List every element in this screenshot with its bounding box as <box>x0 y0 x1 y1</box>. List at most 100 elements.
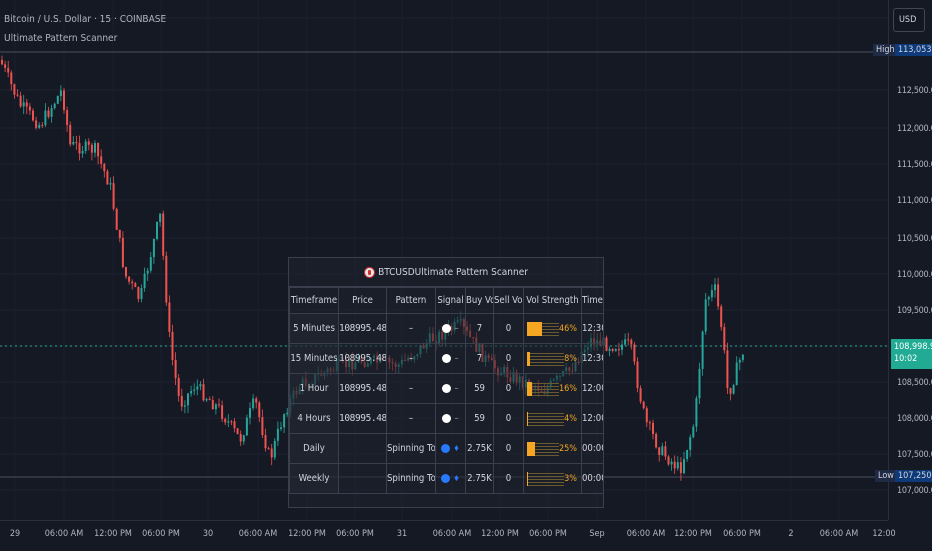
signal-marker: ♦ <box>453 444 460 453</box>
price-tick-label: 110,500.00 <box>897 234 932 244</box>
signal-marker: – <box>454 383 459 394</box>
cell-vol-strength: 16% <box>523 373 582 404</box>
price-axis[interactable] <box>888 0 932 520</box>
cell-time: 00:00 <box>581 433 604 464</box>
column-header: Signal <box>435 287 466 314</box>
time-tick-label: 12:00 PM <box>94 529 132 539</box>
cell-pattern: – <box>386 313 436 344</box>
vol-strength-fill <box>527 471 529 486</box>
cell-buy-vol: 59 <box>465 403 494 434</box>
symbol-title[interactable]: Bitcoin / U.S. Dollar · 15 · COINBASE <box>4 14 166 25</box>
cell-time: 12:30 <box>581 313 604 344</box>
cell-sell-vol: 0 <box>493 463 524 494</box>
cell-signal: – <box>435 343 466 374</box>
cell-vol-strength: 8% <box>523 343 582 374</box>
currency-selector[interactable]: USD <box>893 8 925 32</box>
indicator-title[interactable]: Ultimate Pattern Scanner <box>4 33 117 44</box>
time-axis[interactable]: 29 06:00 AM 12:00 PM 06:00 PM 30 06:00 AM 12:0… <box>0 520 896 551</box>
signal-dot-icon <box>441 474 451 483</box>
signal-dot-icon <box>441 444 451 453</box>
signal-dot-icon <box>442 414 452 423</box>
column-header: Timeframe <box>289 287 339 314</box>
time-tick-label: 12:00 PM <box>674 529 712 539</box>
cell-signal: – <box>435 313 466 344</box>
cell-vol-strength: 4% <box>523 403 582 434</box>
column-header: Price <box>338 287 387 314</box>
time-tick-label: 12:00 PM <box>481 529 519 539</box>
cell-signal: ♦ <box>435 433 466 464</box>
cell-price: 108995.48 <box>338 343 387 374</box>
cell-price <box>338 463 387 494</box>
vol-strength-percent: 25% <box>559 443 577 454</box>
high-value: 113,053.67 <box>895 44 932 56</box>
cell-timeframe: 1 Hour <box>289 373 339 404</box>
price-tick-label: 112,000.00 <box>897 124 932 134</box>
signal-marker: – <box>454 413 459 424</box>
signal-marker: – <box>454 323 459 334</box>
vol-strength-percent: 16% <box>559 383 577 394</box>
cell-timeframe: 4 Hours <box>289 403 339 434</box>
time-tick-label: 31 <box>396 529 408 539</box>
column-header: Buy Vol <box>465 287 494 314</box>
price-tick-label: 107,500.00 <box>897 450 932 460</box>
price-tick-label: 108,000.00 <box>897 414 932 424</box>
time-tick-label: 06:00 AM <box>432 529 472 539</box>
time-tick-label: 06:00 PM <box>142 529 180 539</box>
time-tick-label: 06:00 AM <box>238 529 278 539</box>
cell-price: 108995.48 <box>338 373 387 404</box>
price-tick-label: 108,500.00 <box>897 378 932 388</box>
cell-pattern: Spinning Top <box>386 463 436 494</box>
signal-marker: – <box>454 353 459 364</box>
scanner-grid: TimeframePricePatternSignalBuy VolSell V… <box>289 287 604 494</box>
cell-vol-strength: 3% <box>523 463 582 494</box>
cell-time: 12:00 <box>581 373 604 404</box>
cell-time: 00:00 <box>581 463 604 494</box>
high-label: High <box>873 44 898 56</box>
time-tick-label: 06:00 PM <box>723 529 761 539</box>
scanner-title: BTCUSDUltimate Pattern Scanner <box>378 266 528 278</box>
time-tick-label: 06:00 AM <box>44 529 84 539</box>
column-header: Sell Vol <box>493 287 524 314</box>
time-tick-label: 2 <box>788 529 794 539</box>
signal-dot-icon <box>442 354 452 363</box>
cell-vol-strength: 25% <box>523 433 582 464</box>
signal-dot-icon <box>442 324 452 333</box>
time-tick-label: 06:00 AM <box>819 529 859 539</box>
price-tick-label: 107,000.00 <box>897 486 932 496</box>
cell-timeframe: Daily <box>289 433 339 464</box>
price-tick-label: 111,500.00 <box>897 160 932 170</box>
vol-strength-percent: 8% <box>564 353 577 364</box>
time-tick-label: 06:00 PM <box>529 529 567 539</box>
vol-strength-fill <box>527 381 533 396</box>
cell-pattern: – <box>386 373 436 404</box>
pattern-scanner-table: BTCUSDUltimate Pattern Scanner Timeframe… <box>288 257 604 508</box>
current-price-tag: 108,998.94 10:02 <box>891 339 932 369</box>
vol-strength-percent: 4% <box>564 413 577 424</box>
cell-buy-vol: 2.75K <box>465 463 494 494</box>
low-label: Low <box>875 470 897 482</box>
cell-buy-vol: 7 <box>465 313 494 344</box>
price-tick-label: 112,500.00 <box>897 86 932 96</box>
scanner-row: 15 Minutes108995.48––708%12:30 <box>289 343 604 374</box>
cell-buy-vol: 59 <box>465 373 494 404</box>
cell-buy-vol: 7 <box>465 343 494 374</box>
scanner-header-row: TimeframePricePatternSignalBuy VolSell V… <box>289 287 604 314</box>
signal-marker: ♦ <box>453 474 460 483</box>
cell-signal: – <box>435 403 466 434</box>
cell-signal: – <box>435 373 466 404</box>
column-header: Pattern <box>386 287 436 314</box>
scanner-row: Weekly Spinning Top ♦ 2.75K0 3% 00:00 <box>289 463 604 494</box>
bar-countdown: 10:02 <box>894 354 918 364</box>
price-tick-label: 111,000.00 <box>897 196 932 206</box>
price-tick-label: 109,500.00 <box>897 306 932 316</box>
vol-strength-percent: 3% <box>564 473 577 484</box>
cell-pattern: Spinning Top <box>386 433 436 464</box>
cell-time: 12:00 <box>581 403 604 434</box>
cell-price: 108995.48 <box>338 313 387 344</box>
cell-sell-vol: 0 <box>493 373 524 404</box>
current-price: 108,998.94 <box>894 342 932 352</box>
vol-strength-percent: 46% <box>559 323 577 334</box>
signal-dot-icon <box>442 384 452 393</box>
vol-strength-fill <box>527 351 530 366</box>
vol-strength-bar <box>527 351 565 366</box>
